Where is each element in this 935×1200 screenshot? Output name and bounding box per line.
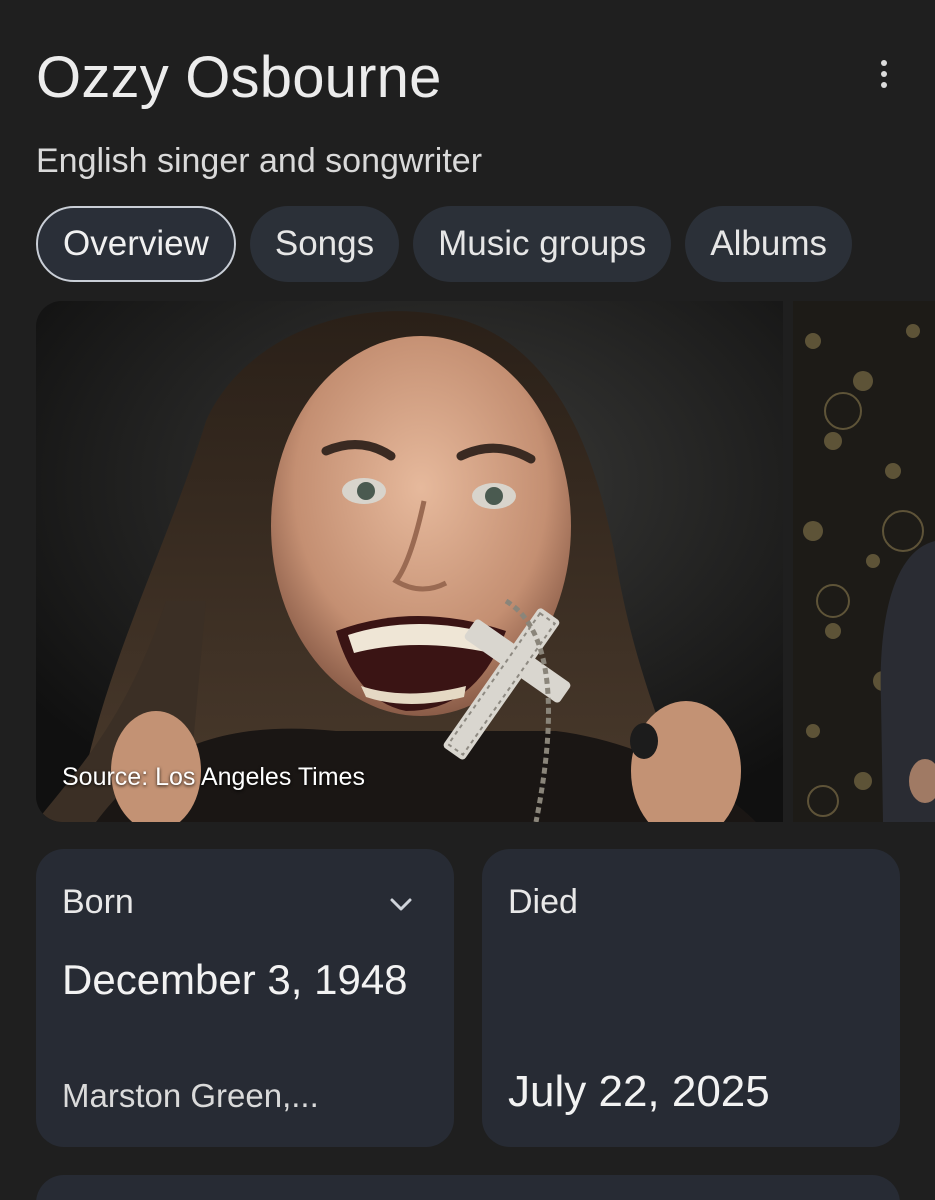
died-label: Died	[508, 883, 578, 921]
tab-music-groups[interactable]: Music groups	[413, 206, 672, 282]
knowledge-panel: Ozzy Osbourne English singer and songwri…	[0, 0, 935, 1200]
main-image[interactable]: Source: Los Angeles Times	[36, 301, 783, 822]
died-date: July 22, 2025	[508, 1067, 770, 1116]
secondary-image[interactable]	[793, 301, 935, 822]
born-label: Born	[62, 883, 134, 921]
born-place: Marston Green,...	[62, 1077, 319, 1114]
more-vert-icon-dot	[881, 71, 887, 77]
tab-overview[interactable]: Overview	[36, 206, 236, 282]
born-card[interactable]: Born December 3, 1948 Marston Green,...	[36, 849, 454, 1147]
tab-albums[interactable]: Albums	[685, 206, 852, 282]
tab-songs[interactable]: Songs	[249, 206, 400, 282]
portrait-illustration	[36, 301, 783, 822]
born-date: December 3, 1948	[62, 956, 408, 1003]
page-title: Ozzy Osbourne	[36, 45, 442, 110]
died-card[interactable]: Died July 22, 2025	[482, 849, 900, 1147]
tab-bar: Overview Songs Music groups Albums	[36, 206, 852, 282]
more-vert-icon	[881, 60, 887, 66]
chevron-down-icon[interactable]	[386, 889, 416, 919]
next-card-peek	[36, 1175, 900, 1200]
secondary-image-art	[793, 301, 935, 822]
entity-description: English singer and songwriter	[36, 142, 483, 180]
image-source-caption: Source: Los Angeles Times	[62, 763, 365, 791]
more-vert-icon-dot	[881, 82, 887, 88]
more-options-button[interactable]	[862, 52, 906, 96]
